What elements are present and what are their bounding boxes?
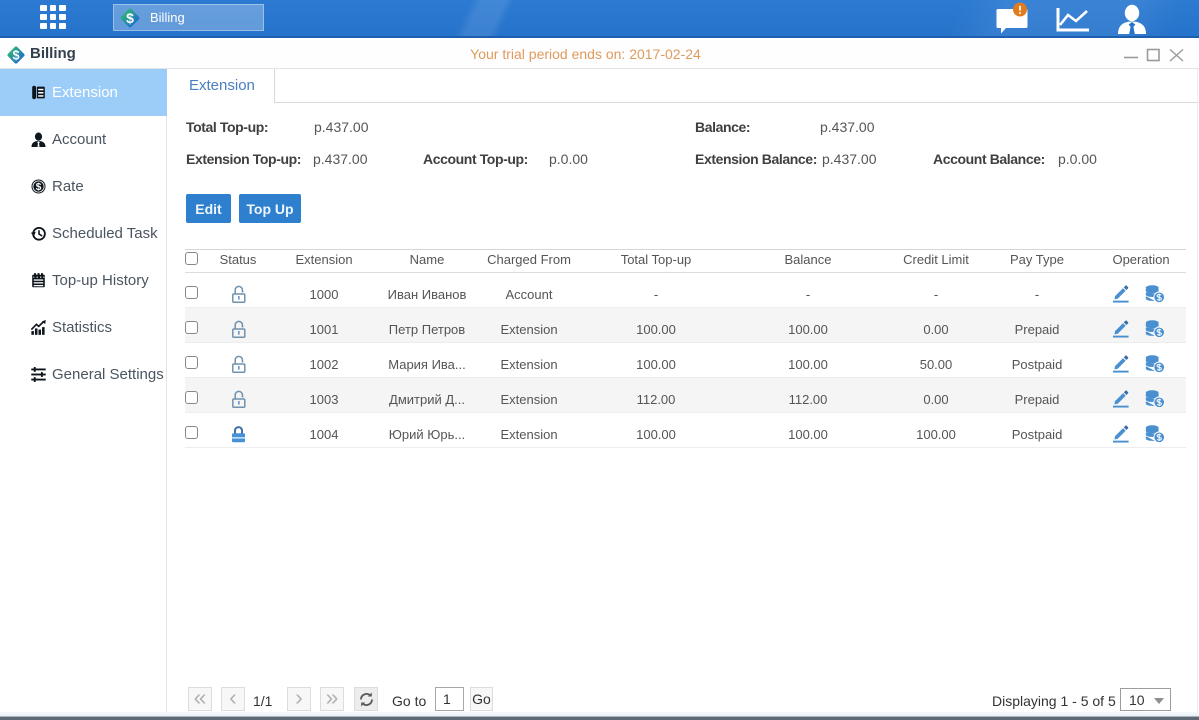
svg-text:$: $ xyxy=(36,182,42,193)
svg-text:$: $ xyxy=(126,10,134,26)
